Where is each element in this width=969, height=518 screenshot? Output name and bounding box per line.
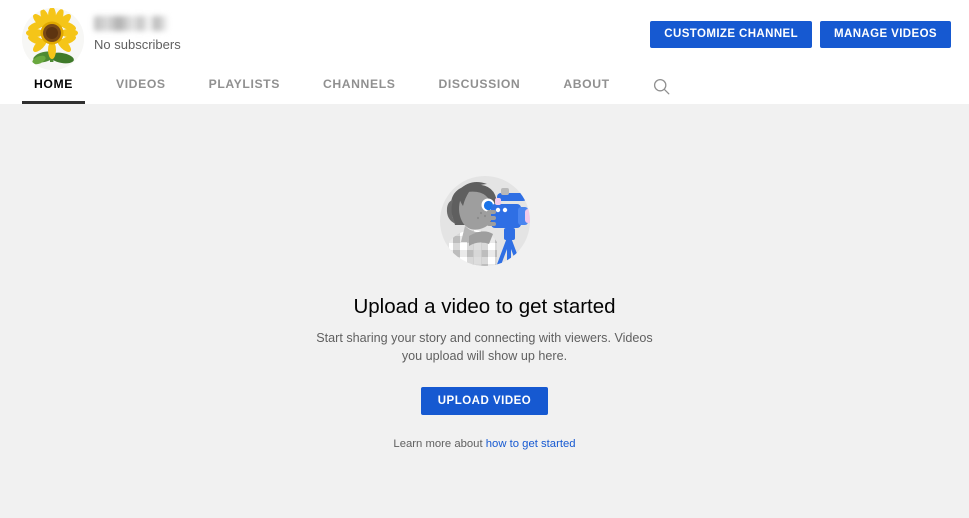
customize-channel-button[interactable]: CUSTOMIZE CHANNEL: [650, 21, 813, 48]
header-actions: CUSTOMIZE CHANNEL MANAGE VIDEOS: [650, 21, 951, 48]
channel-tabs: HOME VIDEOS PLAYLISTS CHANNELS DISCUSSIO…: [0, 68, 680, 104]
search-button[interactable]: [643, 68, 680, 104]
learn-more-prefix: Learn more about: [393, 438, 483, 450]
channel-name-redacted: [94, 16, 168, 31]
upload-illustration: [425, 166, 545, 276]
empty-state-description: Start sharing your story and connecting …: [316, 331, 653, 363]
tab-about[interactable]: ABOUT: [551, 68, 621, 104]
tab-discussion[interactable]: DISCUSSION: [426, 68, 532, 104]
channel-header: No subscribers CUSTOMIZE CHANNEL MANAGE …: [0, 0, 969, 104]
subscriber-count: No subscribers: [94, 37, 181, 52]
learn-more-text: Learn more about how to get started: [393, 437, 575, 452]
manage-videos-button[interactable]: MANAGE VIDEOS: [820, 21, 951, 48]
tab-videos[interactable]: VIDEOS: [104, 68, 178, 104]
how-to-get-started-link[interactable]: how to get started: [486, 438, 576, 450]
tab-home[interactable]: HOME: [22, 68, 85, 104]
tab-channels[interactable]: CHANNELS: [311, 68, 408, 104]
person-with-video-camera-icon: [439, 176, 530, 266]
avatar[interactable]: [22, 8, 84, 70]
upload-video-button[interactable]: UPLOAD VIDEO: [420, 387, 549, 415]
page-title: Upload a video to get started: [353, 295, 616, 318]
tab-playlists[interactable]: PLAYLISTS: [197, 68, 292, 104]
channel-meta: No subscribers: [94, 8, 181, 53]
search-icon: [653, 78, 670, 94]
empty-state-container: Upload a video to get started Start shar…: [0, 104, 969, 518]
sunflower-avatar-icon: [22, 8, 84, 70]
